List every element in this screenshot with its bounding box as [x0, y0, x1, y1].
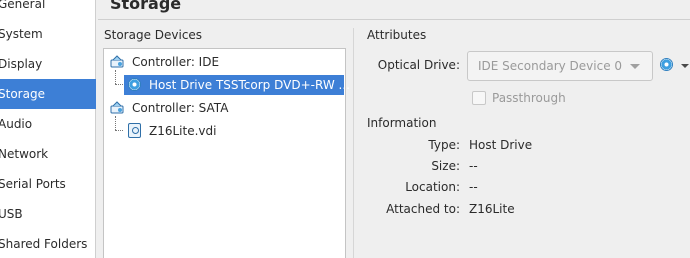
optical-drive-value: IDE Secondary Device 0: [478, 59, 623, 73]
sidebar-item-general[interactable]: General: [0, 0, 96, 19]
tree-item-ide-controller[interactable]: Controller: IDE: [108, 52, 344, 72]
ide-controller-icon: [110, 55, 124, 68]
settings-sidebar: General System Display Storage Audio Net…: [0, 0, 96, 258]
tree-item-label: Z16Lite.vdi: [149, 124, 217, 138]
tree-item-sata-controller[interactable]: Controller: SATA: [108, 98, 344, 118]
hard-disk-icon: [128, 123, 141, 138]
page-title: Storage: [110, 0, 182, 13]
chevron-down-icon: [630, 64, 640, 69]
dropdown-arrow-icon[interactable]: [681, 64, 689, 68]
tree-item-label: Controller: SATA: [132, 101, 229, 115]
attributes-label: Attributes: [367, 28, 427, 42]
page-header: Storage: [98, 0, 690, 20]
storage-devices-label: Storage Devices: [104, 28, 203, 42]
tree-item-host-drive[interactable]: Host Drive TSSTcorp DVD+-RW ...: [124, 75, 350, 95]
passthrough-label: Passthrough: [492, 91, 566, 105]
information-label: Information: [367, 116, 437, 130]
info-location-key: Location:: [405, 180, 460, 194]
panel-splitter[interactable]: [353, 28, 354, 258]
sidebar-item-audio[interactable]: Audio: [0, 109, 96, 139]
tree-item-label: Host Drive TSSTcorp DVD+-RW ...: [149, 78, 350, 92]
info-type-value: Host Drive: [469, 138, 533, 152]
info-attached-value: Z16Lite: [469, 202, 515, 216]
optical-drive-select[interactable]: IDE Secondary Device 0: [467, 51, 653, 81]
optical-disc-icon: [660, 58, 673, 71]
sidebar-item-storage[interactable]: Storage: [0, 79, 96, 109]
optical-drive-label: Optical Drive:: [377, 58, 460, 72]
sidebar-item-shared-folders[interactable]: Shared Folders: [0, 229, 96, 258]
storage-tree[interactable]: Controller: IDE Host Drive TSSTcorp DVD+…: [103, 48, 350, 258]
info-attached-key: Attached to:: [386, 202, 460, 216]
sidebar-item-system[interactable]: System: [0, 19, 96, 49]
optical-disc-icon: [128, 78, 141, 91]
info-size-value: --: [469, 159, 478, 173]
info-size-key: Size:: [431, 159, 460, 173]
sidebar-item-usb[interactable]: USB: [0, 199, 96, 229]
passthrough-checkbox[interactable]: [472, 91, 486, 105]
sidebar-item-network[interactable]: Network: [0, 139, 96, 169]
sidebar-item-serial-ports[interactable]: Serial Ports: [0, 169, 96, 199]
info-location-value: --: [469, 180, 478, 194]
tree-item-label: Controller: IDE: [132, 55, 220, 69]
tree-item-z16lite-vdi[interactable]: Z16Lite.vdi: [124, 121, 344, 141]
sata-controller-icon: [110, 101, 124, 114]
sidebar-item-display[interactable]: Display: [0, 49, 96, 79]
info-type-key: Type:: [428, 138, 460, 152]
